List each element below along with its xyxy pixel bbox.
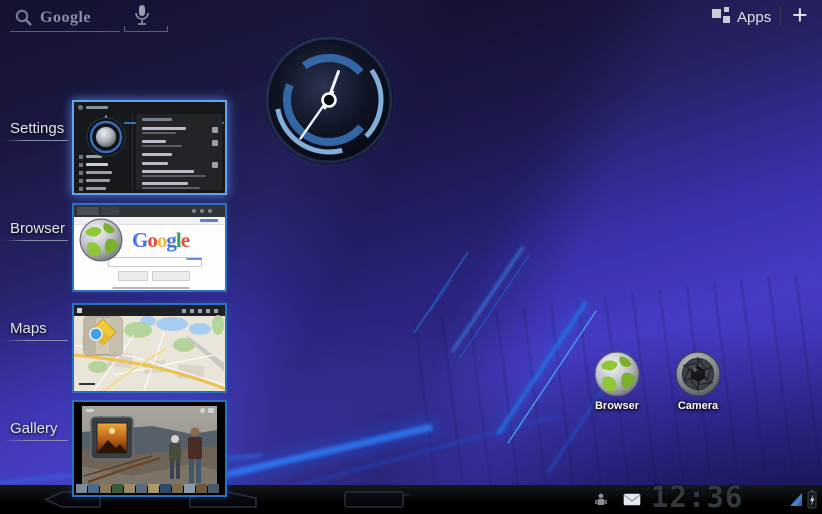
recent-label-maps[interactable]: Maps <box>10 320 47 337</box>
google-logo: Google <box>132 228 189 253</box>
recent-apps-button recent-apps-icon[interactable] <box>342 490 412 509</box>
recent-label-gallery[interactable]: Gallery <box>10 420 58 437</box>
camera-shortcut-label: Camera <box>666 400 730 412</box>
search-icon <box>14 8 34 28</box>
recent-label-browser[interactable]: Browser <box>10 220 65 237</box>
desktop-shortcut-camera[interactable]: Camera <box>666 350 730 416</box>
analog-clock-widget[interactable] <box>261 32 397 168</box>
recent-label-settings[interactable]: Settings <box>10 120 64 137</box>
settings-label-underline <box>4 140 68 141</box>
grid-of-squares-icon <box>712 7 730 25</box>
apps-button[interactable]: Apps <box>712 4 772 30</box>
email-envelope-icon <box>623 493 641 506</box>
browser-screenshot: Google <box>74 205 225 290</box>
usb-debug-icon <box>595 493 607 507</box>
search-widget-label: Google <box>40 9 91 27</box>
microphone-icon[interactable] <box>133 3 151 29</box>
recent-thumb-browser[interactable]: Google <box>72 203 227 292</box>
settings-app-icon <box>84 111 128 159</box>
top-bar: Google Apps + <box>0 0 822 36</box>
maps-label-underline <box>4 340 68 341</box>
recent-thumb-maps[interactable] <box>72 303 227 393</box>
maps-app-icon <box>82 315 124 357</box>
add-widget-button plus-icon[interactable]: + <box>792 4 816 28</box>
camera-app-icon <box>674 350 722 398</box>
recent-thumb-settings[interactable] <box>72 100 227 195</box>
topbar-divider <box>780 6 781 26</box>
signal-triangle-icon <box>789 492 803 507</box>
desktop-shortcut-browser[interactable]: Browser <box>585 350 649 416</box>
gallery-label-underline <box>4 440 68 441</box>
browser-label-underline <box>4 240 68 241</box>
search-underline <box>10 31 120 32</box>
browser-shortcut-label: Browser <box>585 400 649 412</box>
recent-thumb-gallery[interactable] <box>72 400 227 497</box>
android-home-screen: Google Apps + <box>0 0 822 514</box>
gallery-app-icon <box>90 416 134 460</box>
google-search-widget[interactable]: Google <box>8 2 178 34</box>
gallery-screenshot <box>74 402 225 495</box>
browser-app-icon globe-icon <box>78 217 124 263</box>
browser-shortcut-globe-icon <box>593 350 641 398</box>
status-cluster[interactable]: 12:36 <box>585 485 822 514</box>
apps-button-label: Apps <box>737 9 771 26</box>
status-clock: 12:36 <box>651 480 743 514</box>
battery-charging-icon <box>807 489 817 509</box>
maps-screenshot <box>74 305 225 391</box>
settings-screenshot <box>74 102 225 193</box>
